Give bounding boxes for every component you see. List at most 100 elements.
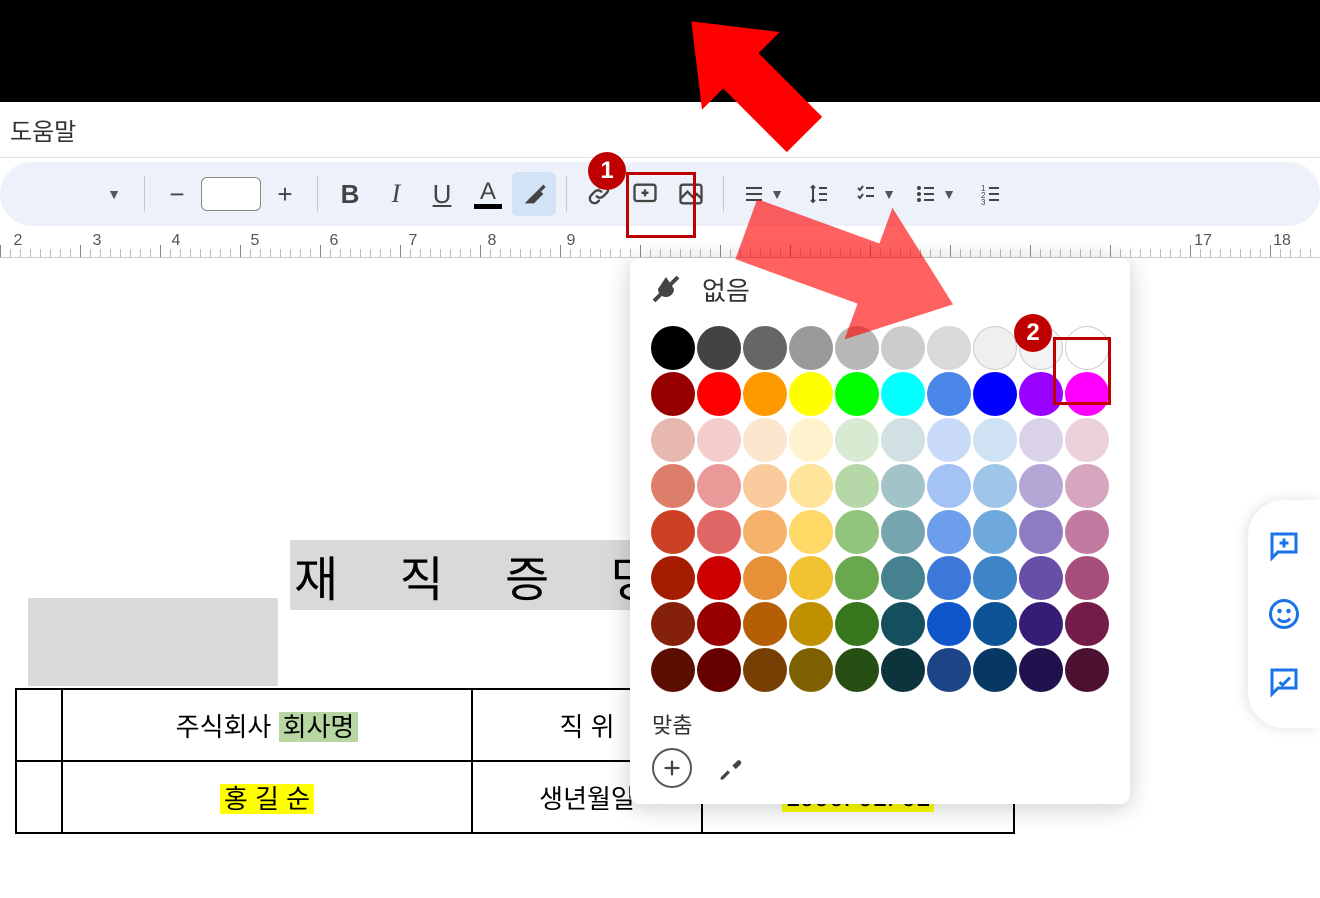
table-cell — [16, 689, 62, 761]
color-swatch[interactable] — [697, 602, 741, 646]
color-swatch[interactable] — [1019, 648, 1063, 692]
color-swatch[interactable] — [1065, 510, 1109, 554]
color-swatch[interactable] — [743, 418, 787, 462]
separator — [317, 176, 318, 212]
color-swatch[interactable] — [835, 464, 879, 508]
color-swatch[interactable] — [1065, 418, 1109, 462]
color-swatch[interactable] — [973, 602, 1017, 646]
side-suggest-button[interactable] — [1262, 660, 1306, 704]
color-swatch[interactable] — [927, 372, 971, 416]
color-swatch[interactable] — [973, 418, 1017, 462]
color-swatch[interactable] — [1065, 464, 1109, 508]
color-swatch[interactable] — [835, 510, 879, 554]
color-swatch[interactable] — [789, 556, 833, 600]
color-swatch[interactable] — [651, 418, 695, 462]
color-swatch[interactable] — [743, 556, 787, 600]
color-swatch[interactable] — [881, 510, 925, 554]
color-swatch[interactable] — [697, 418, 741, 462]
color-swatch[interactable] — [927, 648, 971, 692]
color-swatch[interactable] — [927, 418, 971, 462]
color-swatch[interactable] — [973, 464, 1017, 508]
separator — [566, 176, 567, 212]
underline-button[interactable]: U — [420, 172, 464, 216]
color-swatch[interactable] — [835, 372, 879, 416]
color-swatch[interactable] — [697, 556, 741, 600]
color-swatch[interactable] — [1019, 556, 1063, 600]
add-custom-color-button[interactable] — [652, 748, 692, 788]
color-swatch[interactable] — [789, 418, 833, 462]
color-swatch[interactable] — [1065, 648, 1109, 692]
color-swatch[interactable] — [1019, 510, 1063, 554]
color-swatch[interactable] — [651, 648, 695, 692]
color-swatch[interactable] — [881, 464, 925, 508]
color-swatch[interactable] — [973, 556, 1017, 600]
color-swatch[interactable] — [789, 372, 833, 416]
color-swatch[interactable] — [835, 648, 879, 692]
color-swatch[interactable] — [1019, 464, 1063, 508]
menu-help[interactable]: 도움말 — [10, 112, 76, 147]
color-swatch[interactable] — [651, 464, 695, 508]
color-swatch[interactable] — [881, 602, 925, 646]
color-swatch[interactable] — [881, 418, 925, 462]
zoom-in-button[interactable]: + — [263, 172, 307, 216]
color-swatch[interactable] — [651, 372, 695, 416]
color-swatch[interactable] — [743, 602, 787, 646]
color-swatch[interactable] — [1065, 556, 1109, 600]
color-swatch[interactable] — [651, 602, 695, 646]
color-swatch[interactable] — [697, 510, 741, 554]
color-swatch[interactable] — [881, 372, 925, 416]
color-swatch[interactable] — [789, 648, 833, 692]
color-swatch[interactable] — [697, 372, 741, 416]
color-swatch[interactable] — [651, 556, 695, 600]
side-comment-button[interactable] — [1262, 524, 1306, 568]
color-swatch[interactable] — [789, 510, 833, 554]
color-swatch[interactable] — [835, 556, 879, 600]
zoom-value-box[interactable] — [201, 172, 261, 216]
cell-text: 직 위 — [559, 712, 614, 742]
color-swatch[interactable] — [927, 556, 971, 600]
color-swatch[interactable] — [789, 602, 833, 646]
color-swatch[interactable] — [927, 464, 971, 508]
color-swatch[interactable] — [697, 648, 741, 692]
text-color-button[interactable]: A — [466, 172, 510, 216]
color-swatch[interactable] — [651, 326, 695, 370]
color-swatch[interactable] — [973, 372, 1017, 416]
separator — [144, 176, 145, 212]
eyedropper-icon — [716, 754, 744, 782]
table-cell: 주식회사 회사명 — [62, 689, 472, 761]
caret-down-icon: ▼ — [107, 186, 121, 202]
cell-text: 주식회사 — [176, 712, 279, 742]
color-swatch[interactable] — [743, 510, 787, 554]
zoom-out-button[interactable]: − — [155, 172, 199, 216]
color-swatch[interactable] — [743, 648, 787, 692]
color-swatch[interactable] — [927, 510, 971, 554]
italic-button[interactable]: I — [374, 172, 418, 216]
color-swatch[interactable] — [881, 556, 925, 600]
color-swatch[interactable] — [973, 326, 1017, 370]
annotation-badge-2: 2 — [1014, 314, 1052, 352]
color-swatch[interactable] — [1019, 602, 1063, 646]
color-swatch[interactable] — [743, 464, 787, 508]
color-swatch[interactable] — [973, 510, 1017, 554]
eyedropper-button[interactable] — [710, 748, 750, 788]
cell-highlight-yellow: 홍 길 순 — [220, 784, 314, 814]
color-swatch[interactable] — [1019, 418, 1063, 462]
color-swatch[interactable] — [881, 648, 925, 692]
color-swatch[interactable] — [697, 464, 741, 508]
color-swatch[interactable] — [651, 510, 695, 554]
color-swatch[interactable] — [743, 372, 787, 416]
color-swatch[interactable] — [835, 418, 879, 462]
cell-text: 생년월일 — [539, 784, 635, 814]
annotation-box-2 — [1053, 337, 1111, 405]
bold-button[interactable]: B — [328, 172, 372, 216]
side-emoji-button[interactable] — [1262, 592, 1306, 636]
color-swatch[interactable] — [927, 602, 971, 646]
color-swatch[interactable] — [789, 464, 833, 508]
more-dropdown[interactable]: ▼ — [90, 172, 134, 216]
arrow-annotation-right — [720, 175, 970, 355]
highlight-color-button[interactable] — [512, 172, 556, 216]
color-swatch[interactable] — [1065, 602, 1109, 646]
color-swatch[interactable] — [973, 648, 1017, 692]
color-swatch[interactable] — [835, 602, 879, 646]
numbered-list-button[interactable]: 1 2 3 — [966, 172, 1016, 216]
